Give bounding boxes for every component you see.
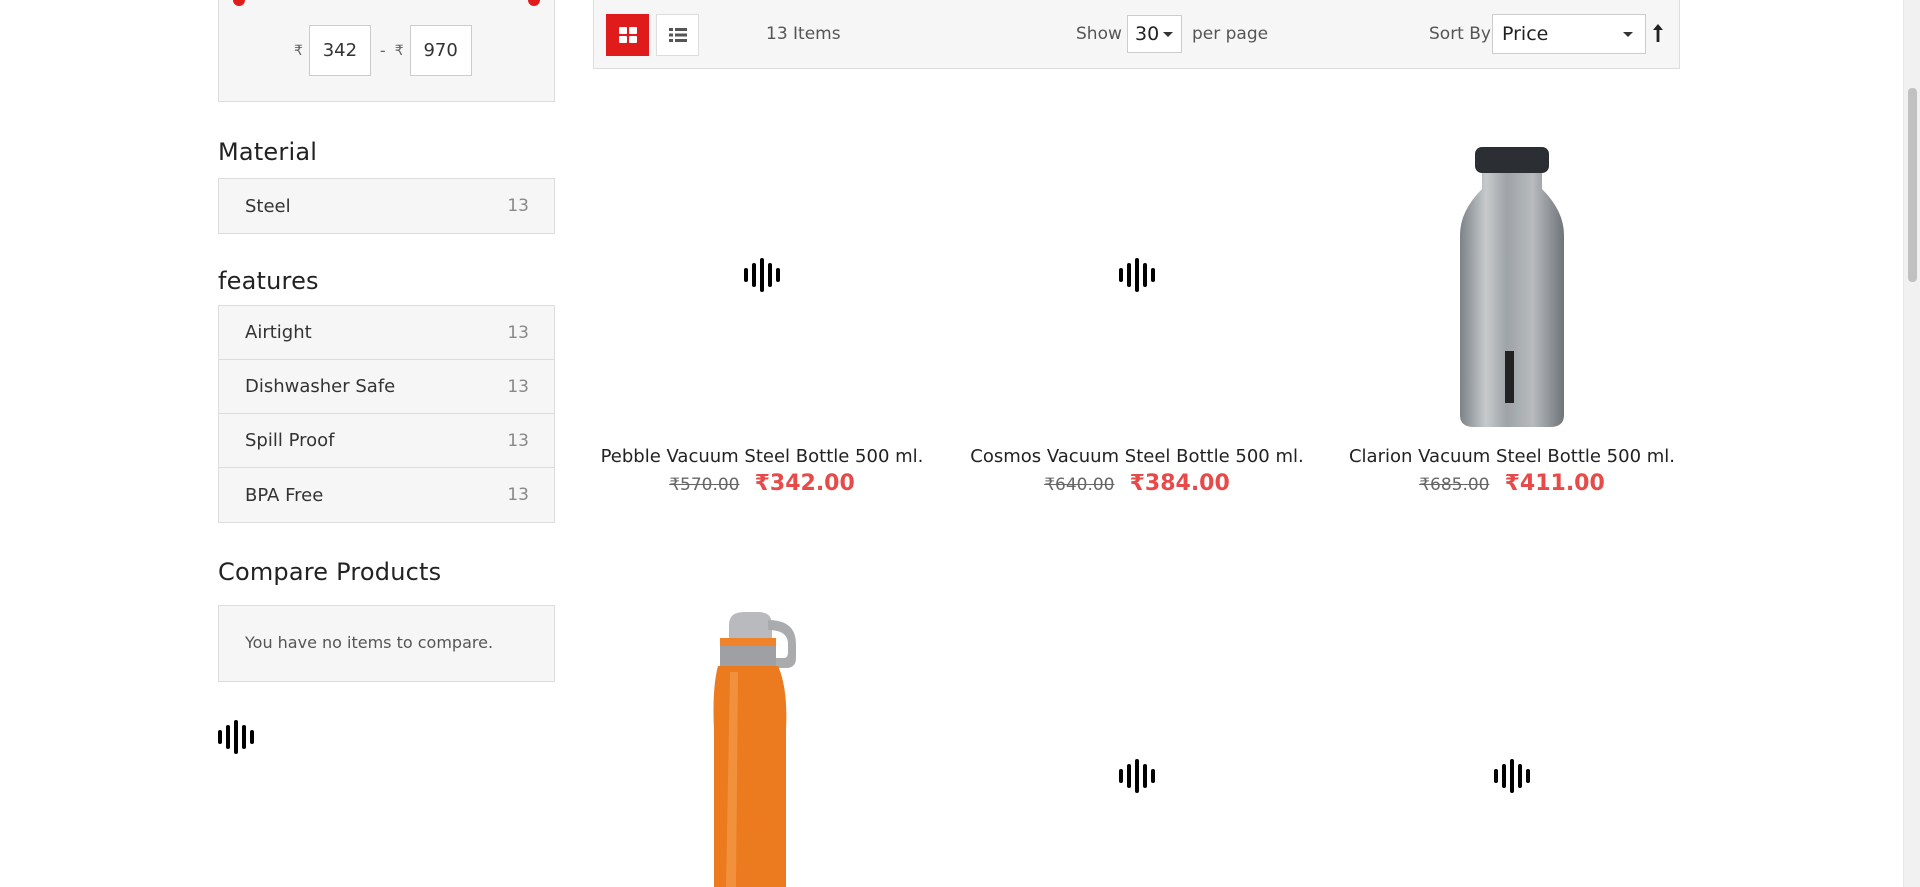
product-name[interactable]: Clarion Vacuum Steel Bottle 500 ml. xyxy=(1332,445,1692,469)
items-count: 13 Items xyxy=(766,24,841,44)
loading-icon xyxy=(1119,257,1155,293)
filter-item-label: Dishwasher Safe xyxy=(245,376,396,397)
old-price: ₹570.00 xyxy=(669,475,740,495)
orange-bottle-image xyxy=(713,612,796,887)
price-slider-min-handle[interactable] xyxy=(233,0,245,6)
product-image[interactable] xyxy=(957,610,1317,887)
product-name[interactable]: Cosmos Vacuum Steel Bottle 500 ml. xyxy=(957,445,1317,469)
filter-item-steel[interactable]: Steel 13 xyxy=(219,179,554,233)
scrollbar-thumb[interactable] xyxy=(1908,88,1917,282)
filter-item-dishwasher-safe[interactable]: Dishwasher Safe 13 xyxy=(219,360,554,414)
product-image[interactable] xyxy=(582,610,942,887)
show-label: Show xyxy=(1076,24,1122,44)
features-filter-list: Airtight 13 Dishwasher Safe 13 Spill Pro… xyxy=(218,305,555,523)
loading-icon xyxy=(744,257,780,293)
list-view-icon xyxy=(668,28,687,42)
product-name[interactable]: Pebble Vacuum Steel Bottle 500 ml. xyxy=(582,445,942,469)
filter-item-count: 13 xyxy=(507,430,529,451)
product-image[interactable] xyxy=(582,105,942,445)
toolbar: 13 Items Show 30 per page Sort By Price xyxy=(593,0,1680,69)
sort-by-value: Price xyxy=(1502,23,1549,45)
filter-item-label: Spill Proof xyxy=(245,430,335,451)
filter-item-bpa-free[interactable]: BPA Free 13 xyxy=(219,468,554,522)
special-price: ₹384.00 xyxy=(1129,471,1230,496)
currency-symbol: ₹ xyxy=(294,42,303,59)
material-title: Material xyxy=(218,138,318,166)
sort-by-label: Sort By xyxy=(1429,24,1491,44)
caret-down-icon xyxy=(1163,32,1173,37)
product-image[interactable] xyxy=(1332,105,1692,445)
list-view-button[interactable] xyxy=(656,14,699,56)
filter-item-label: Airtight xyxy=(245,322,312,343)
loading-icon xyxy=(218,719,254,755)
compare-box: You have no items to compare. xyxy=(218,605,555,682)
price-filter: ₹ 342 - ₹ 970 xyxy=(218,0,555,102)
material-filter-list: Steel 13 xyxy=(218,178,555,234)
price-min-input[interactable]: 342 xyxy=(308,25,371,76)
product-card[interactable]: Pebble Vacuum Steel Bottle 500 ml. ₹570.… xyxy=(582,105,942,496)
special-price: ₹411.00 xyxy=(1504,471,1605,496)
filter-item-spill-proof[interactable]: Spill Proof 13 xyxy=(219,414,554,468)
compare-title: Compare Products xyxy=(218,558,442,586)
price-separator: - xyxy=(379,41,386,60)
arrow-up-icon xyxy=(1653,24,1663,42)
per-page-label: per page xyxy=(1192,24,1269,44)
filter-item-count: 13 xyxy=(507,376,529,397)
price-max-input[interactable]: 970 xyxy=(409,25,472,76)
special-price: ₹342.00 xyxy=(754,471,855,496)
filter-item-airtight[interactable]: Airtight 13 xyxy=(219,306,554,360)
old-price: ₹685.00 xyxy=(1419,475,1490,495)
loading-icon xyxy=(1119,758,1155,794)
grid-view-button[interactable] xyxy=(606,14,649,56)
compare-empty-text: You have no items to compare. xyxy=(245,633,494,652)
limiter-value: 30 xyxy=(1135,23,1160,45)
filter-item-label: Steel xyxy=(245,195,291,217)
product-card[interactable] xyxy=(957,610,1317,887)
features-title: features xyxy=(218,267,319,295)
currency-symbol: ₹ xyxy=(394,42,404,59)
price-slider-max-handle[interactable] xyxy=(528,0,540,6)
steel-bottle-image xyxy=(1460,147,1564,427)
grid-view-icon xyxy=(618,27,637,43)
product-image[interactable] xyxy=(1332,610,1692,887)
filter-item-count: 13 xyxy=(507,196,529,216)
filter-item-label: BPA Free xyxy=(245,484,324,506)
product-image[interactable] xyxy=(957,105,1317,445)
caret-down-icon xyxy=(1623,32,1633,37)
product-card[interactable] xyxy=(1332,610,1692,887)
page-scrollbar[interactable] xyxy=(1903,0,1920,887)
product-card[interactable]: Cosmos Vacuum Steel Bottle 500 ml. ₹640.… xyxy=(957,105,1317,496)
loading-icon xyxy=(1494,758,1530,794)
old-price: ₹640.00 xyxy=(1044,475,1115,495)
product-card[interactable]: Clarion Vacuum Steel Bottle 500 ml. ₹685… xyxy=(1332,105,1692,496)
filter-item-count: 13 xyxy=(507,485,529,505)
sort-by-select[interactable]: Price xyxy=(1492,14,1646,54)
limiter-select[interactable]: 30 xyxy=(1127,15,1182,53)
filter-item-count: 13 xyxy=(507,322,529,343)
sort-direction-button[interactable] xyxy=(1648,18,1668,48)
product-card[interactable] xyxy=(582,610,942,887)
